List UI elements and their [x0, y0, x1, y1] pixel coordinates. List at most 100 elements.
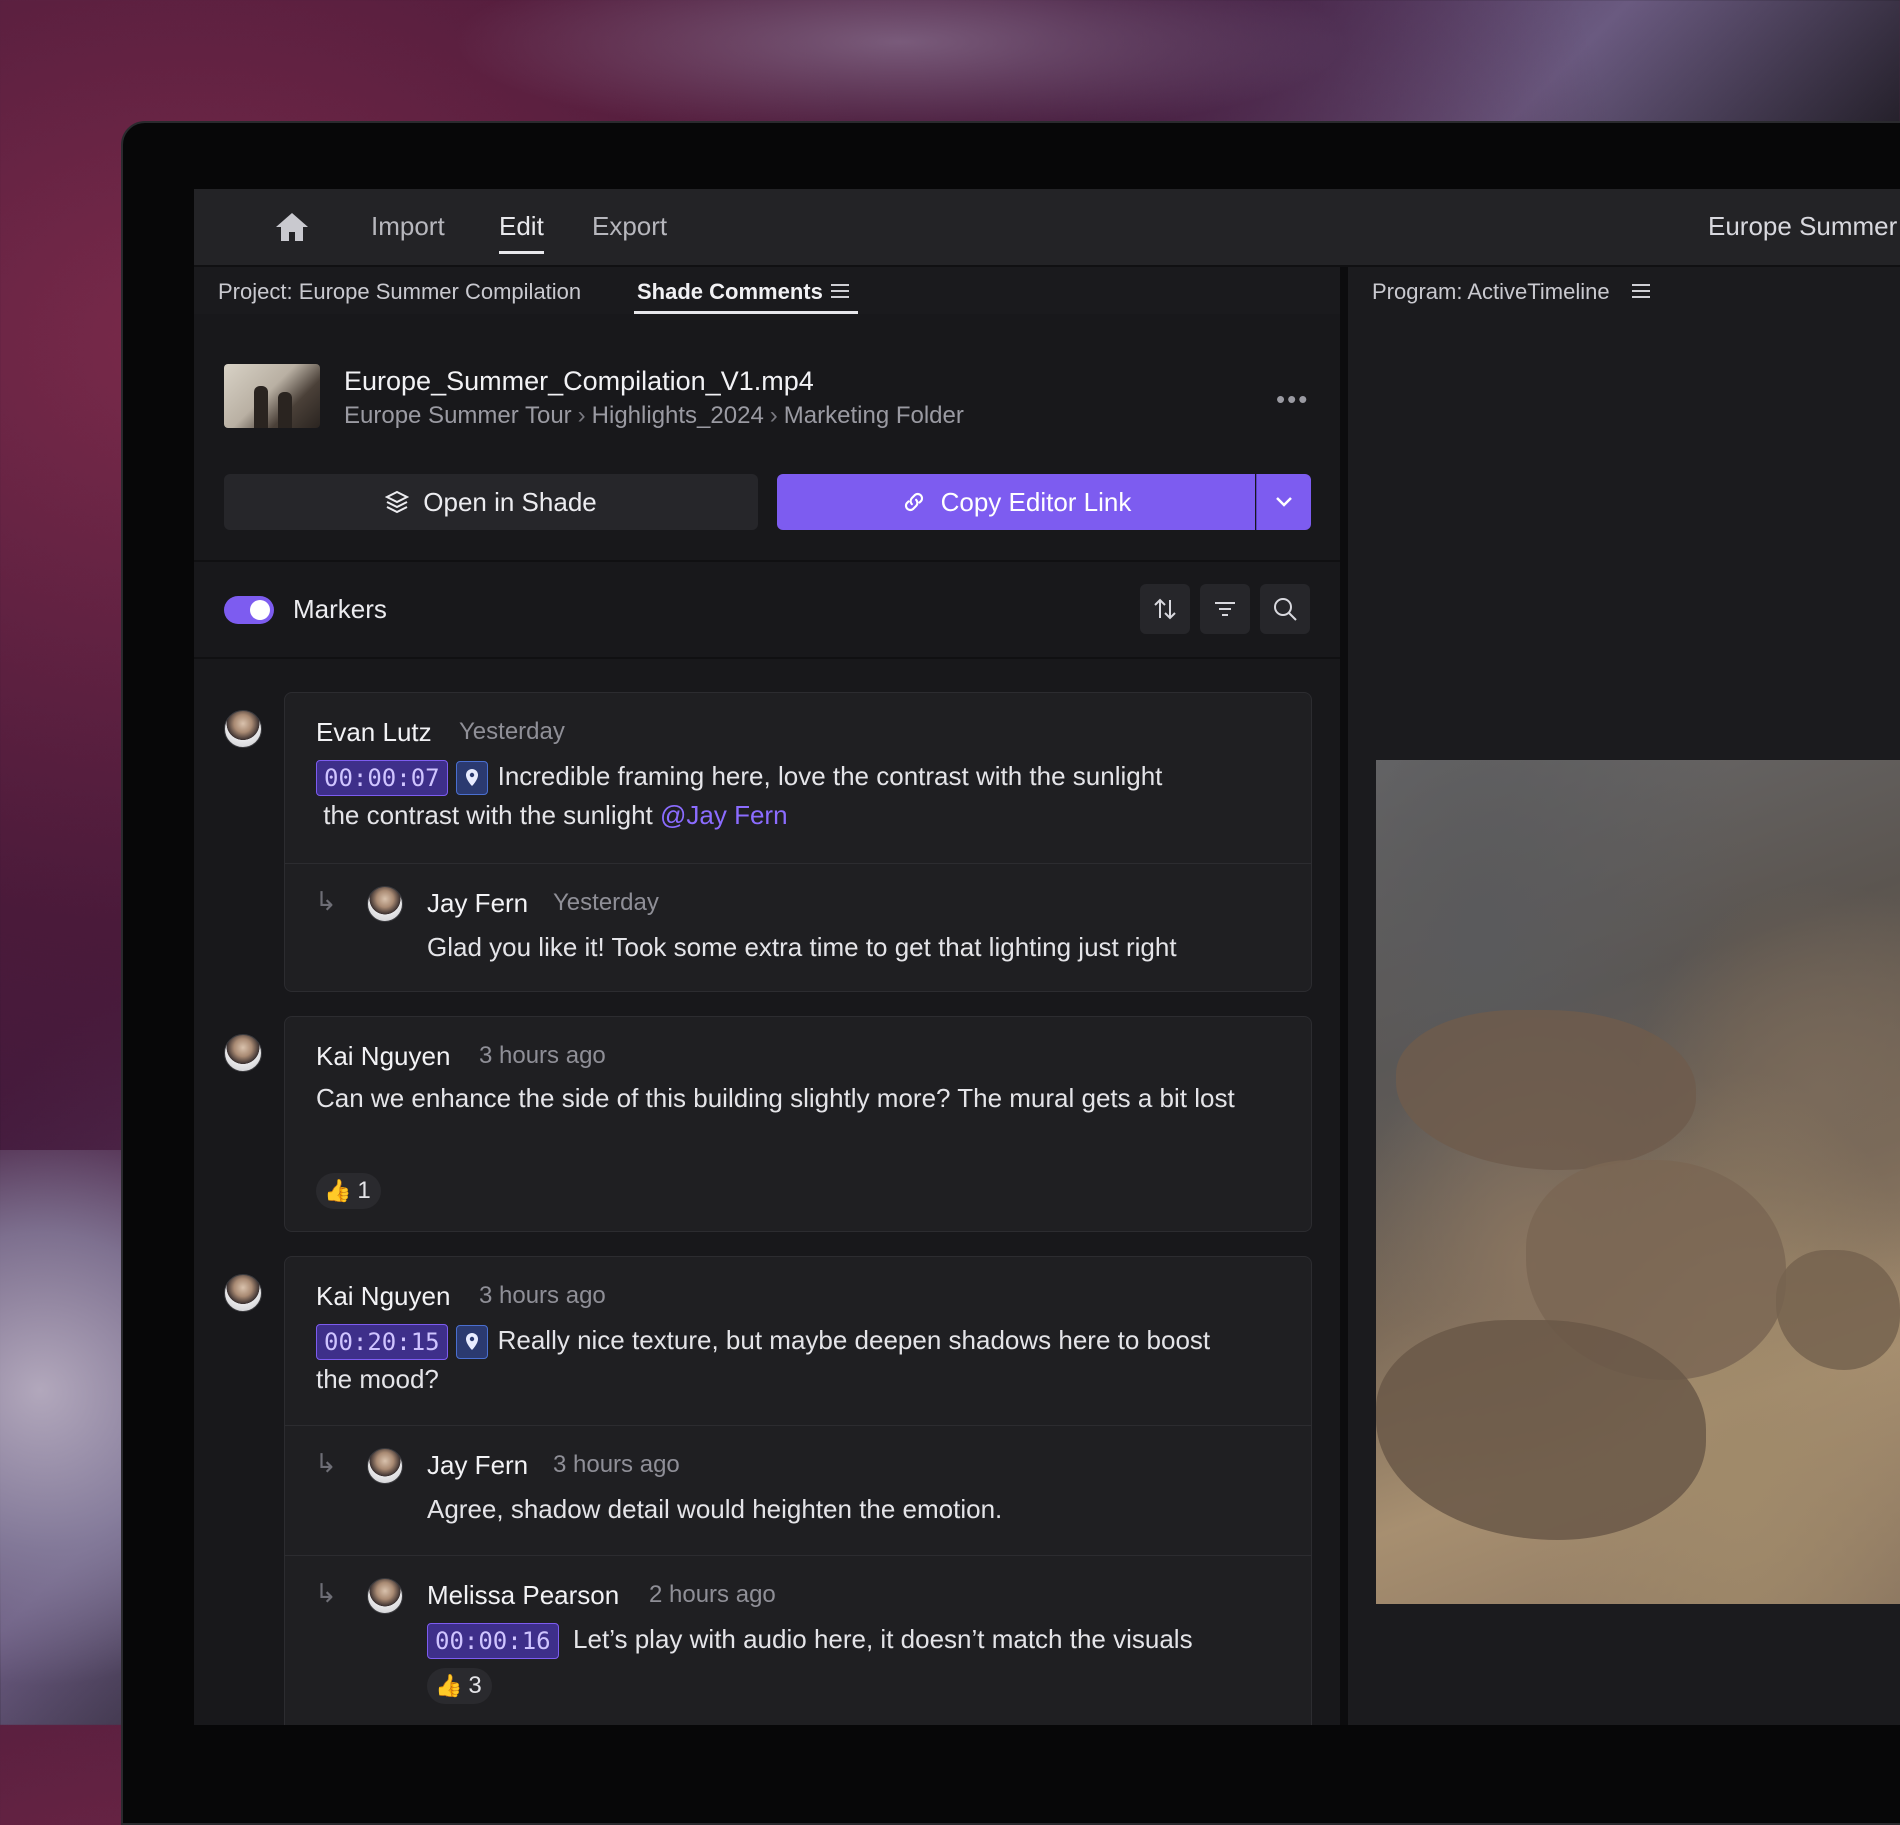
map-pin-icon[interactable] [455, 761, 488, 796]
thumbnail-figure [254, 386, 268, 428]
map-pin-icon[interactable] [455, 1325, 488, 1360]
comment-time: 3 hours ago [479, 1282, 606, 1309]
comment-author[interactable]: Kai Nguyen [316, 1281, 450, 1312]
copy-link-dropdown-button[interactable] [1256, 474, 1311, 530]
comments-panel: Europe_Summer_Compilation_V1.mp4 Europe … [194, 314, 1340, 1725]
app-window: Import Edit Export Europe Summer Project… [194, 189, 1900, 1725]
timecode-badge[interactable]: 00:20:15 [316, 1324, 448, 1361]
reaction-button[interactable]: 👍 1 [316, 1173, 381, 1209]
panel-tabs: Project: Europe Summer Compilation Shade… [194, 267, 1340, 314]
tab-shade-comments[interactable]: Shade Comments [637, 279, 823, 305]
avatar [224, 1034, 262, 1072]
comment-thread[interactable]: Kai Nguyen 3 hours ago 00:20:15 Really ni… [284, 1256, 1312, 1725]
document-title: Europe Summer [1708, 211, 1898, 241]
home-icon[interactable] [274, 211, 310, 243]
thumbs-up-icon: 👍 [324, 1178, 352, 1203]
reaction-count: 3 [468, 1672, 482, 1699]
chevron-right-icon: › [769, 402, 778, 429]
tab-project[interactable]: Project: Europe Summer Compilation [218, 279, 581, 305]
sort-button[interactable] [1140, 584, 1190, 634]
reply-time: 3 hours ago [553, 1451, 680, 1478]
avatar [224, 710, 262, 748]
sort-icon [1154, 598, 1176, 620]
reply-arrow-icon: ↳ [315, 1448, 337, 1478]
comment-text-continued: the mood? [316, 1364, 439, 1395]
mention-link[interactable]: @Jay Fern [660, 800, 788, 830]
comment-thread[interactable]: Evan Lutz Yesterday 00:00:07 Incredible f… [284, 692, 1312, 992]
reply-time: Yesterday [553, 889, 659, 916]
panel-menu-icon[interactable] [831, 284, 849, 298]
layers-icon [385, 490, 410, 514]
video-rock-shape [1396, 1010, 1696, 1170]
breadcrumb: Europe Summer Tour › Highlights_2024 › Marke… [344, 402, 964, 430]
comment-body: 00:00:07 Incredible framing here, love th… [316, 757, 1296, 835]
avatar [367, 1578, 403, 1614]
comment-text-continued: the contrast with the sunlight [323, 800, 653, 831]
comment-author[interactable]: Kai Nguyen [316, 1041, 450, 1072]
comment-body: 00:20:15 Really nice texture, but maybe d… [316, 1321, 1306, 1399]
reply-text: Agree, shadow detail would heighten the … [427, 1494, 1003, 1524]
file-name: Europe_Summer_Compilation_V1.mp4 [344, 366, 814, 396]
filter-icon [1215, 602, 1235, 616]
background-glow [450, 0, 1350, 140]
thumbs-up-icon: 👍 [435, 1673, 463, 1698]
comment-text: Incredible framing here, love the contra… [497, 761, 1163, 791]
comment-time: 3 hours ago [479, 1042, 606, 1069]
link-icon [904, 492, 923, 512]
tab-program[interactable]: Program: ActiveTimeline [1372, 279, 1610, 305]
thumbnail-figure [278, 392, 292, 428]
top-bar: Import Edit Export Europe Summer [194, 189, 1900, 267]
reply-author[interactable]: Jay Fern [427, 1450, 528, 1481]
reply-author[interactable]: Melissa Pearson [427, 1580, 619, 1611]
avatar [367, 1448, 403, 1484]
reply: ↳ Jay Fern Yesterday Glad you like it! T… [285, 863, 1311, 992]
reply-arrow-icon: ↳ [315, 886, 337, 916]
chevron-right-icon: › [577, 402, 586, 429]
nav-edit[interactable]: Edit [499, 211, 544, 254]
comment-text: Can we enhance the side of this building… [316, 1083, 1235, 1113]
breadcrumb-item[interactable]: Europe Summer Tour [344, 402, 572, 429]
markers-toggle[interactable] [224, 596, 274, 624]
file-thumbnail [224, 364, 320, 428]
markers-label: Markers [293, 594, 387, 624]
breadcrumb-item[interactable]: Marketing Folder [784, 402, 964, 429]
chevron-down-icon [1276, 497, 1292, 507]
program-monitor: Program: ActiveTimeline [1348, 267, 1900, 1725]
breadcrumb-item[interactable]: Highlights_2024 [592, 402, 764, 429]
comment-time: Yesterday [459, 718, 565, 745]
comment-text: Really nice texture, but maybe deepen sh… [497, 1325, 1211, 1355]
avatar [224, 1274, 262, 1312]
reply-arrow-icon: ↳ [315, 1578, 337, 1608]
file-header: Europe_Summer_Compilation_V1.mp4 Europe … [224, 364, 1310, 434]
panel-divider[interactable] [1340, 267, 1348, 1725]
video-preview[interactable] [1376, 760, 1900, 1604]
comment-thread[interactable]: Kai Nguyen 3 hours ago Can we enhance th… [284, 1016, 1312, 1232]
reply-body: 00:00:16 Let’s play with audio here, it … [427, 1620, 1193, 1660]
more-options-icon[interactable]: ••• [1276, 384, 1309, 415]
reply-text: Let’s play with audio here, it doesn’t m… [573, 1624, 1193, 1654]
copy-editor-link-label: Copy Editor Link [940, 486, 1132, 517]
divider [194, 560, 1340, 562]
reply-text: Glad you like it! Took some extra time t… [427, 932, 1177, 962]
search-icon [1274, 598, 1297, 621]
timecode-badge[interactable]: 00:00:16 [427, 1623, 559, 1660]
reply: ↳ Melissa Pearson 2 hours ago 00:00:16 L… [285, 1555, 1311, 1725]
reply-time: 2 hours ago [649, 1581, 776, 1608]
timecode-badge[interactable]: 00:00:07 [316, 760, 448, 797]
reaction-count: 1 [357, 1177, 371, 1204]
program-menu-icon[interactable] [1632, 284, 1650, 298]
reply-author[interactable]: Jay Fern [427, 888, 528, 919]
search-button[interactable] [1260, 584, 1310, 634]
open-in-shade-button[interactable]: Open in Shade [224, 474, 758, 530]
reply: ↳ Jay Fern 3 hours ago Agree, shadow det… [285, 1425, 1311, 1556]
copy-editor-link-button[interactable]: Copy Editor Link [777, 474, 1255, 530]
reaction-button[interactable]: 👍 3 [427, 1668, 492, 1704]
open-in-shade-label: Open in Shade [423, 486, 597, 517]
nav-export[interactable]: Export [592, 211, 667, 242]
filter-button[interactable] [1200, 584, 1250, 634]
nav-import[interactable]: Import [371, 211, 445, 242]
video-rock-shape [1376, 1320, 1706, 1540]
comment-author[interactable]: Evan Lutz [316, 717, 432, 748]
divider [194, 657, 1340, 659]
avatar [367, 886, 403, 922]
